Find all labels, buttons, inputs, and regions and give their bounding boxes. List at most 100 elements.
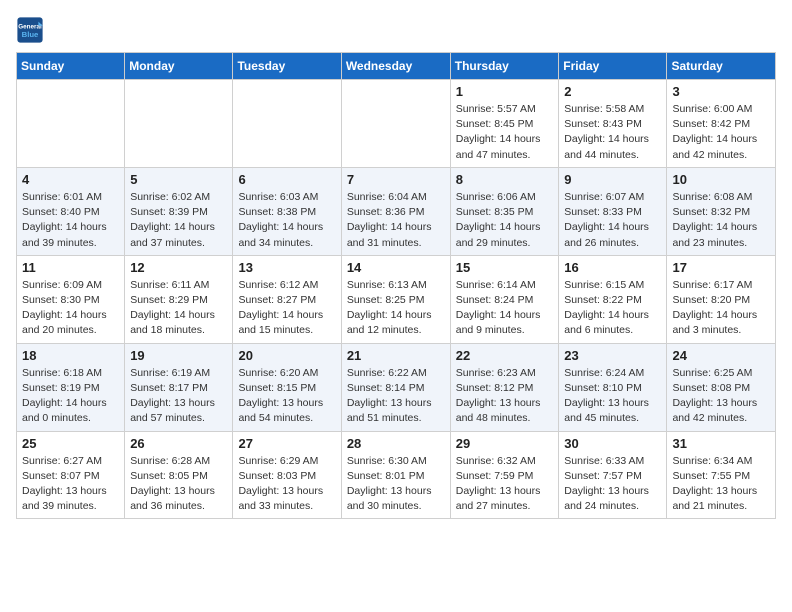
page-header: General Blue — [16, 16, 776, 44]
col-header-friday: Friday — [559, 53, 667, 80]
day-number: 28 — [347, 436, 445, 451]
day-info: Sunrise: 6:27 AMSunset: 8:07 PMDaylight:… — [22, 454, 119, 515]
day-number: 12 — [130, 260, 227, 275]
day-info: Sunrise: 6:32 AMSunset: 7:59 PMDaylight:… — [456, 454, 554, 515]
day-info: Sunrise: 6:03 AMSunset: 8:38 PMDaylight:… — [238, 190, 335, 251]
day-cell: 7 Sunrise: 6:04 AMSunset: 8:36 PMDaylight… — [341, 167, 450, 255]
col-header-sunday: Sunday — [17, 53, 125, 80]
day-info: Sunrise: 6:11 AMSunset: 8:29 PMDaylight:… — [130, 278, 227, 339]
day-info: Sunrise: 6:25 AMSunset: 8:08 PMDaylight:… — [672, 366, 770, 427]
day-cell: 5Sunrise: 6:02 AMSunset: 8:39 PMDaylight… — [125, 167, 233, 255]
day-cell: 31Sunrise: 6:34 AMSunset: 7:55 PMDayligh… — [667, 431, 776, 519]
day-number: 10 — [672, 172, 770, 187]
calendar-table: SundayMondayTuesdayWednesdayThursdayFrid… — [16, 52, 776, 519]
day-number: 3 — [672, 84, 770, 99]
day-cell: 1 Sunrise: 5:57 AMSunset: 8:45 PMDaylight… — [450, 80, 559, 168]
day-cell: 19 Sunrise: 6:19 AMSunset: 8:17 PMDayligh… — [125, 343, 233, 431]
day-number: 25 — [22, 436, 119, 451]
day-cell: 10 Sunrise: 6:08 AMSunset: 8:32 PMDayligh… — [667, 167, 776, 255]
day-cell — [125, 80, 233, 168]
day-number: 19 — [130, 348, 227, 363]
day-cell: 21 Sunrise: 6:22 AMSunset: 8:14 PMDayligh… — [341, 343, 450, 431]
day-cell: 2 Sunrise: 5:58 AMSunset: 8:43 PMDaylight… — [559, 80, 667, 168]
day-cell: 28 Sunrise: 6:30 AMSunset: 8:01 PMDayligh… — [341, 431, 450, 519]
day-cell: 16Sunrise: 6:15 AMSunset: 8:22 PMDayligh… — [559, 255, 667, 343]
day-cell: 4 Sunrise: 6:01 AMSunset: 8:40 PMDaylight… — [17, 167, 125, 255]
day-info: Sunrise: 6:24 AMSunset: 8:10 PMDaylight:… — [564, 366, 661, 427]
day-number: 18 — [22, 348, 119, 363]
day-info: Sunrise: 5:57 AMSunset: 8:45 PMDaylight:… — [456, 102, 554, 163]
day-cell: 29 Sunrise: 6:32 AMSunset: 7:59 PMDayligh… — [450, 431, 559, 519]
day-number: 30 — [564, 436, 661, 451]
day-cell: 23 Sunrise: 6:24 AMSunset: 8:10 PMDayligh… — [559, 343, 667, 431]
day-number: 13 — [238, 260, 335, 275]
day-number: 1 — [456, 84, 554, 99]
day-number: 2 — [564, 84, 661, 99]
day-info: Sunrise: 6:09 AMSunset: 8:30 PMDaylight:… — [22, 278, 119, 339]
week-row-2: 4 Sunrise: 6:01 AMSunset: 8:40 PMDaylight… — [17, 167, 776, 255]
day-number: 22 — [456, 348, 554, 363]
day-cell: 22 Sunrise: 6:23 AMSunset: 8:12 PMDayligh… — [450, 343, 559, 431]
day-number: 23 — [564, 348, 661, 363]
day-cell: 3 Sunrise: 6:00 AMSunset: 8:42 PMDaylight… — [667, 80, 776, 168]
day-info: Sunrise: 6:00 AMSunset: 8:42 PMDaylight:… — [672, 102, 770, 163]
day-info: Sunrise: 6:01 AMSunset: 8:40 PMDaylight:… — [22, 190, 119, 251]
day-cell: 13 Sunrise: 6:12 AMSunset: 8:27 PMDayligh… — [233, 255, 341, 343]
col-header-saturday: Saturday — [667, 53, 776, 80]
col-header-wednesday: Wednesday — [341, 53, 450, 80]
day-number: 6 — [238, 172, 335, 187]
day-info: Sunrise: 6:04 AMSunset: 8:36 PMDaylight:… — [347, 190, 445, 251]
day-info: Sunrise: 6:29 AMSunset: 8:03 PMDaylight:… — [238, 454, 335, 515]
day-cell: 24 Sunrise: 6:25 AMSunset: 8:08 PMDayligh… — [667, 343, 776, 431]
day-info: Sunrise: 6:33 AMSunset: 7:57 PMDaylight:… — [564, 454, 661, 515]
day-number: 20 — [238, 348, 335, 363]
day-number: 21 — [347, 348, 445, 363]
day-info: Sunrise: 6:18 AMSunset: 8:19 PMDaylight:… — [22, 366, 119, 427]
week-row-4: 18 Sunrise: 6:18 AMSunset: 8:19 PMDayligh… — [17, 343, 776, 431]
day-number: 17 — [672, 260, 770, 275]
day-cell: 8 Sunrise: 6:06 AMSunset: 8:35 PMDaylight… — [450, 167, 559, 255]
day-info: Sunrise: 5:58 AMSunset: 8:43 PMDaylight:… — [564, 102, 661, 163]
day-info: Sunrise: 6:08 AMSunset: 8:32 PMDaylight:… — [672, 190, 770, 251]
day-cell: 27Sunrise: 6:29 AMSunset: 8:03 PMDayligh… — [233, 431, 341, 519]
week-row-1: 1 Sunrise: 5:57 AMSunset: 8:45 PMDaylight… — [17, 80, 776, 168]
day-number: 29 — [456, 436, 554, 451]
day-cell: 17 Sunrise: 6:17 AMSunset: 8:20 PMDayligh… — [667, 255, 776, 343]
day-number: 15 — [456, 260, 554, 275]
day-number: 7 — [347, 172, 445, 187]
col-header-tuesday: Tuesday — [233, 53, 341, 80]
day-info: Sunrise: 6:30 AMSunset: 8:01 PMDaylight:… — [347, 454, 445, 515]
day-cell: 20Sunrise: 6:20 AMSunset: 8:15 PMDayligh… — [233, 343, 341, 431]
logo-icon: General Blue — [16, 16, 44, 44]
day-number: 9 — [564, 172, 661, 187]
day-info: Sunrise: 6:06 AMSunset: 8:35 PMDaylight:… — [456, 190, 554, 251]
day-info: Sunrise: 6:13 AMSunset: 8:25 PMDaylight:… — [347, 278, 445, 339]
day-number: 8 — [456, 172, 554, 187]
day-info: Sunrise: 6:12 AMSunset: 8:27 PMDaylight:… — [238, 278, 335, 339]
day-number: 24 — [672, 348, 770, 363]
day-cell: 9 Sunrise: 6:07 AMSunset: 8:33 PMDaylight… — [559, 167, 667, 255]
day-cell: 11 Sunrise: 6:09 AMSunset: 8:30 PMDayligh… — [17, 255, 125, 343]
day-info: Sunrise: 6:22 AMSunset: 8:14 PMDaylight:… — [347, 366, 445, 427]
day-number: 5 — [130, 172, 227, 187]
day-cell — [17, 80, 125, 168]
day-info: Sunrise: 6:07 AMSunset: 8:33 PMDaylight:… — [564, 190, 661, 251]
day-info: Sunrise: 6:14 AMSunset: 8:24 PMDaylight:… — [456, 278, 554, 339]
day-number: 4 — [22, 172, 119, 187]
day-cell: 30 Sunrise: 6:33 AMSunset: 7:57 PMDayligh… — [559, 431, 667, 519]
day-info: Sunrise: 6:19 AMSunset: 8:17 PMDaylight:… — [130, 366, 227, 427]
calendar-header-row: SundayMondayTuesdayWednesdayThursdayFrid… — [17, 53, 776, 80]
week-row-3: 11 Sunrise: 6:09 AMSunset: 8:30 PMDayligh… — [17, 255, 776, 343]
logo: General Blue — [16, 16, 44, 44]
col-header-thursday: Thursday — [450, 53, 559, 80]
day-number: 11 — [22, 260, 119, 275]
svg-text:Blue: Blue — [22, 30, 39, 39]
col-header-monday: Monday — [125, 53, 233, 80]
day-cell: 18 Sunrise: 6:18 AMSunset: 8:19 PMDayligh… — [17, 343, 125, 431]
day-cell: 26Sunrise: 6:28 AMSunset: 8:05 PMDayligh… — [125, 431, 233, 519]
day-number: 31 — [672, 436, 770, 451]
day-info: Sunrise: 6:17 AMSunset: 8:20 PMDaylight:… — [672, 278, 770, 339]
day-cell: 14Sunrise: 6:13 AMSunset: 8:25 PMDayligh… — [341, 255, 450, 343]
day-info: Sunrise: 6:23 AMSunset: 8:12 PMDaylight:… — [456, 366, 554, 427]
day-info: Sunrise: 6:28 AMSunset: 8:05 PMDaylight:… — [130, 454, 227, 515]
